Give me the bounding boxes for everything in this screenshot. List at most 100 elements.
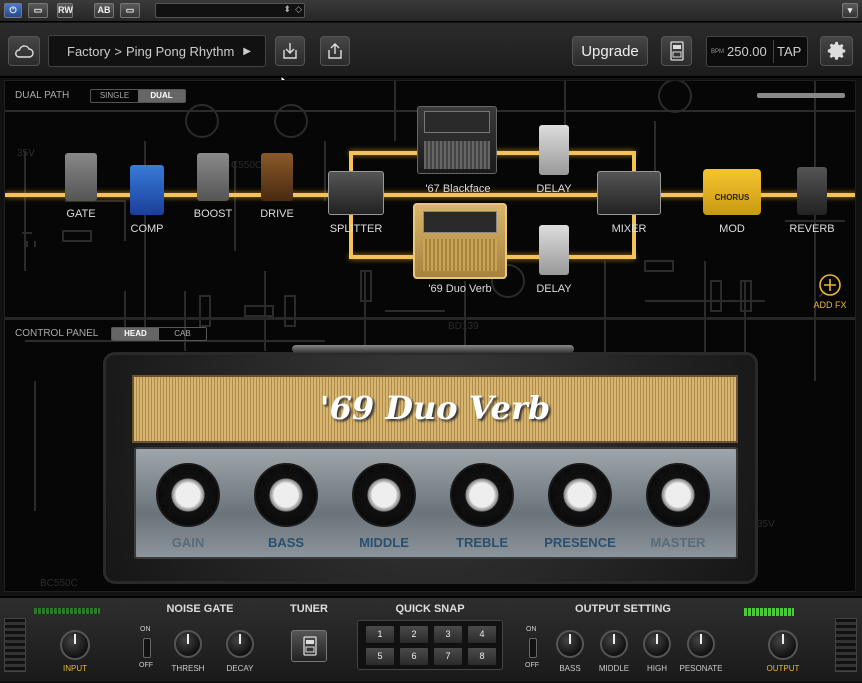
output-setting-section: OUTPUT SETTING ON OFF BASS MIDDLE HIGH P… bbox=[516, 598, 730, 683]
out-high-knob[interactable] bbox=[643, 630, 671, 658]
plus-circle-icon bbox=[819, 274, 841, 296]
mod-pedal[interactable]: CHORUS bbox=[703, 169, 761, 215]
snap-slot-6[interactable]: 6 bbox=[399, 647, 429, 666]
head-option[interactable]: HEAD bbox=[112, 328, 159, 340]
output-off-label: OFF bbox=[525, 662, 539, 669]
tuner-button[interactable] bbox=[291, 630, 327, 662]
rw-button[interactable]: RW bbox=[57, 3, 73, 18]
knob-scale-number: 3 bbox=[159, 481, 166, 494]
quick-snap-section: QUICK SNAP 1 2 3 4 5 6 7 8 bbox=[350, 598, 510, 683]
knob-scale-number: 10 bbox=[494, 506, 507, 519]
knob-scale-number: 2 bbox=[453, 494, 460, 507]
preset-selector[interactable]: Factory > Ping Pong Rhythm ▶ bbox=[48, 35, 266, 67]
knob-scale-number: 7 bbox=[203, 469, 210, 482]
output-knob[interactable] bbox=[768, 630, 798, 660]
thresh-knob[interactable] bbox=[174, 630, 202, 658]
pedal-device-icon bbox=[669, 41, 684, 61]
dual-path-label: DUAL PATH bbox=[15, 90, 70, 101]
host-menu-button[interactable]: ▾ bbox=[842, 3, 858, 18]
knob-scale-number: 1 bbox=[362, 506, 369, 519]
amp-grill: '69 Duo Verb bbox=[132, 375, 738, 443]
chorus-label: CHORUS bbox=[714, 193, 750, 202]
cab-option[interactable]: CAB bbox=[159, 328, 206, 340]
gate-on-label: ON bbox=[140, 626, 151, 633]
output-section: OUTPUT bbox=[736, 598, 832, 683]
tuner-section: TUNER bbox=[276, 598, 342, 683]
cloud-button[interactable] bbox=[8, 36, 40, 66]
delay-pedal-lower[interactable] bbox=[539, 225, 569, 275]
path-mode-toggle[interactable]: SINGLE DUAL bbox=[90, 89, 186, 103]
knob-scale-number: 7 bbox=[301, 469, 308, 482]
boost-label: BOOST bbox=[193, 208, 233, 220]
boost-pedal[interactable] bbox=[197, 153, 229, 201]
amp-handle bbox=[292, 345, 574, 353]
drive-label: DRIVE bbox=[260, 208, 294, 220]
gate-pedal[interactable] bbox=[65, 153, 97, 201]
settings-button[interactable] bbox=[820, 36, 853, 66]
snap-slot-2[interactable]: 2 bbox=[399, 625, 429, 644]
window-button[interactable]: ▭ bbox=[28, 3, 48, 18]
comp-pedal[interactable] bbox=[130, 165, 164, 215]
add-fx-button[interactable]: ADD FX bbox=[810, 273, 850, 313]
knob-scale-number: 5 bbox=[374, 462, 381, 475]
bpm-display: BPM 250.00 TAP bbox=[706, 36, 808, 67]
scroll-indicator[interactable] bbox=[757, 93, 845, 98]
ab-button[interactable]: AB bbox=[94, 3, 114, 18]
chevron-updown-icon: ⬍ bbox=[283, 4, 291, 14]
bpm-value[interactable]: 250.00 bbox=[727, 44, 767, 59]
diamond-icon: ◇ bbox=[295, 4, 302, 14]
snap-slot-7[interactable]: 7 bbox=[433, 647, 463, 666]
section-divider bbox=[5, 317, 855, 320]
host-preset-dropdown[interactable]: ⬍ ◇ bbox=[155, 3, 305, 18]
gate-toggle-switch[interactable] bbox=[143, 638, 151, 658]
input-label: INPUT bbox=[63, 664, 87, 673]
left-rack-ear bbox=[4, 618, 26, 672]
snap-slot-8[interactable]: 8 bbox=[467, 647, 497, 666]
reverb-pedal[interactable] bbox=[797, 167, 827, 215]
amp-67-label: '67 Blackface bbox=[425, 183, 491, 195]
drive-pedal[interactable] bbox=[261, 153, 293, 201]
input-knob[interactable] bbox=[60, 630, 90, 660]
out-presence-knob[interactable] bbox=[687, 630, 715, 658]
display-button[interactable]: ▭ bbox=[120, 3, 140, 18]
delay-pedal-upper[interactable] bbox=[539, 125, 569, 175]
snap-slot-5[interactable]: 5 bbox=[365, 647, 395, 666]
decay-label: DECAY bbox=[226, 664, 254, 673]
tap-button[interactable]: TAP bbox=[777, 44, 801, 59]
knob-scale-number: 9 bbox=[210, 494, 217, 507]
export-button[interactable] bbox=[320, 36, 350, 66]
knob-scale-number: 5 bbox=[276, 462, 283, 475]
chevron-right-icon: > bbox=[114, 43, 122, 59]
knob-scale-number: 8 bbox=[602, 481, 609, 494]
knob-scale-number: 7 bbox=[497, 469, 504, 482]
out-bass-knob[interactable] bbox=[556, 630, 584, 658]
amp-67-blackface[interactable] bbox=[417, 106, 497, 174]
device-button[interactable] bbox=[661, 36, 692, 66]
play-icon: ▶ bbox=[243, 45, 251, 57]
snap-slot-4[interactable]: 4 bbox=[467, 625, 497, 644]
knob-scale-number: 1 bbox=[558, 506, 565, 519]
cloud-icon bbox=[15, 45, 34, 58]
import-button[interactable] bbox=[275, 36, 305, 66]
knob-scale-number: 10 bbox=[690, 506, 703, 519]
snap-slot-1[interactable]: 1 bbox=[365, 625, 395, 644]
knob-scale-number: 1 bbox=[656, 506, 663, 519]
single-option[interactable]: SINGLE bbox=[91, 90, 138, 102]
power-button[interactable]: ⏻ bbox=[4, 3, 22, 18]
knob-scale-number: 5 bbox=[472, 462, 479, 475]
amp-69-duo-verb[interactable] bbox=[413, 203, 507, 279]
output-toggle-switch[interactable] bbox=[529, 638, 537, 658]
main-area: 35V C550C BD139 BC550C 35V DUAL PATH SINGLE … bbox=[4, 80, 856, 592]
out-middle-knob[interactable] bbox=[600, 630, 628, 658]
upgrade-button[interactable]: Upgrade bbox=[572, 36, 648, 66]
decay-knob[interactable] bbox=[226, 630, 254, 658]
snap-slot-3[interactable]: 3 bbox=[433, 625, 463, 644]
knob-scale-number: 1 bbox=[166, 506, 173, 519]
knob-scale-number: 9 bbox=[308, 494, 315, 507]
tuner-icon bbox=[303, 636, 317, 656]
head-cab-toggle[interactable]: HEAD CAB bbox=[111, 327, 207, 341]
mixer-block[interactable] bbox=[597, 171, 661, 215]
amp-control-plate: GAIN BASS MIDDLE TREBLE PRESENCE MASTER … bbox=[134, 447, 738, 559]
splitter-block[interactable] bbox=[328, 171, 384, 215]
dual-option[interactable]: DUAL bbox=[138, 90, 185, 102]
